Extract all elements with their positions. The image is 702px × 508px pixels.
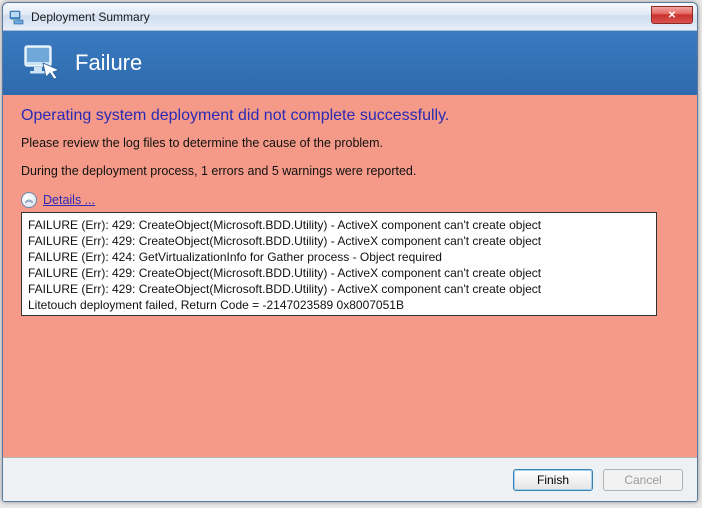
log-line: FAILURE (Err): 429: CreateObject(Microso… [28,217,650,233]
log-line: FAILURE (Err): 429: CreateObject(Microso… [28,281,650,297]
banner: Failure [3,31,697,95]
window-title: Deployment Summary [31,10,150,24]
dialog-window: Deployment Summary ✕ Failure Operating s… [2,2,698,502]
log-line: FAILURE (Err): 429: CreateObject(Microso… [28,265,650,281]
app-icon [9,9,25,25]
finish-button[interactable]: Finish [513,469,593,491]
headline: Operating system deployment did not comp… [21,107,679,125]
chevron-up-icon: ︽ [25,196,33,204]
summary-text: During the deployment process, 1 errors … [21,163,679,179]
log-line: FAILURE (Err): 429: CreateObject(Microso… [28,233,650,249]
footer: Finish Cancel [3,457,697,501]
collapse-toggle[interactable]: ︽ [21,192,37,208]
close-button[interactable]: ✕ [651,6,693,24]
close-icon: ✕ [668,10,676,21]
cancel-button[interactable]: Cancel [603,469,683,491]
titlebar: Deployment Summary ✕ [3,3,697,31]
log-line: FAILURE (Err): 424: GetVirtualizationInf… [28,249,650,265]
content-area: Operating system deployment did not comp… [3,95,697,457]
instruction-text: Please review the log files to determine… [21,135,679,151]
details-link[interactable]: Details ... [43,193,95,207]
log-line: Litetouch deployment failed, Return Code… [28,297,650,313]
banner-title: Failure [75,50,142,76]
monitor-icon [21,41,61,86]
log-output: FAILURE (Err): 429: CreateObject(Microso… [21,212,657,316]
